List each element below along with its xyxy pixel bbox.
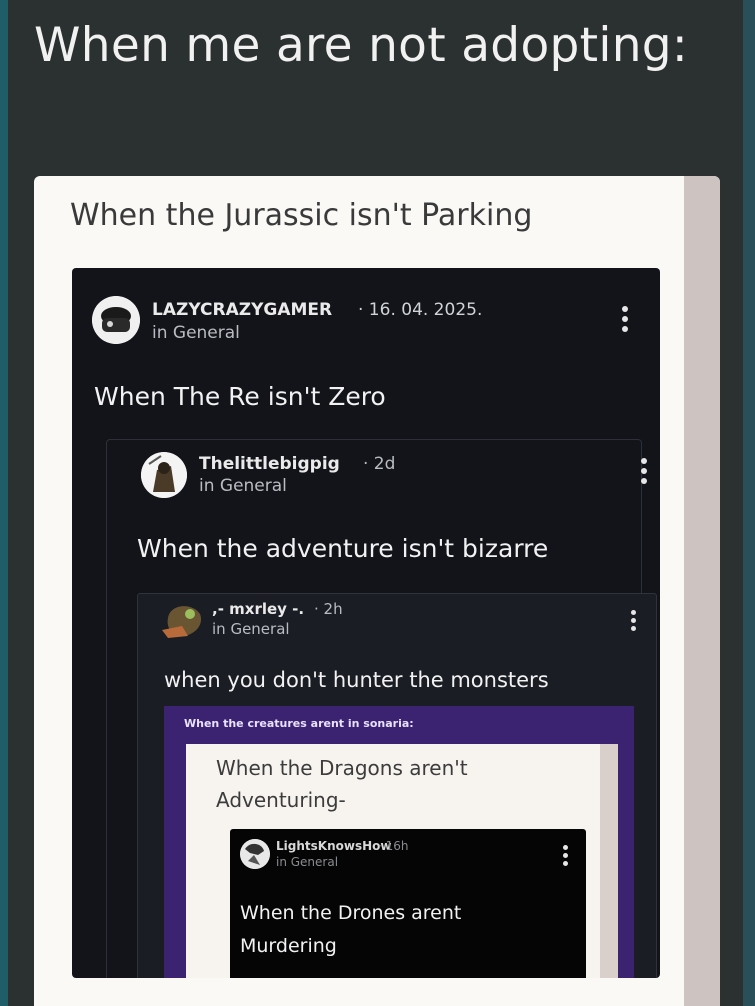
- embedded-post-2[interactable]: Thelittlebigpig · 2d in General When the…: [106, 439, 657, 978]
- post-body: When the adventure isn't bizarre: [137, 534, 549, 563]
- avatar[interactable]: [240, 839, 270, 869]
- post-category[interactable]: in General: [152, 323, 240, 343]
- kebab-menu-icon[interactable]: [639, 458, 649, 484]
- post-username[interactable]: LightsKnowsHow: [276, 839, 391, 853]
- post-username[interactable]: ,- mxrley -.: [212, 600, 304, 618]
- inner-card-strip: [600, 744, 618, 978]
- card-title: When the Jurassic isn't Parking: [70, 198, 533, 233]
- embedded-post-4[interactable]: LightsKnowsHow · 16h in General When the…: [230, 829, 586, 978]
- right-edge-strip: [743, 0, 755, 1006]
- card-side-strip: [684, 176, 720, 1006]
- avatar-image: [92, 296, 140, 344]
- embedded-post-1[interactable]: LAZYCRAZYGAMER · 16. 04. 2025. in Genera…: [72, 268, 660, 978]
- embedded-post-3[interactable]: ,- mxrley -. · 2h in General when you do…: [137, 593, 657, 978]
- kebab-menu-icon[interactable]: [620, 306, 630, 332]
- avatar-image: [141, 452, 187, 498]
- avatar[interactable]: [141, 452, 187, 498]
- avatar-image: [240, 839, 270, 869]
- post-category[interactable]: in General: [199, 476, 287, 496]
- post-date: · 2d: [363, 454, 396, 474]
- shared-post-card: When the Jurassic isn't Parking LAZYCRAZ…: [34, 176, 720, 1006]
- kebab-menu-icon[interactable]: [628, 610, 638, 631]
- headline: When me are not adopting:: [34, 18, 689, 73]
- post-username[interactable]: LAZYCRAZYGAMER: [152, 300, 332, 320]
- embed-caption: When the creatures arent in sonaria:: [184, 717, 414, 730]
- post-date: · 16. 04. 2025.: [358, 300, 483, 320]
- avatar[interactable]: [92, 296, 140, 344]
- post-username[interactable]: Thelittlebigpig: [199, 454, 340, 474]
- post-body: when you don't hunter the monsters: [164, 668, 549, 692]
- post-category[interactable]: in General: [276, 855, 338, 869]
- post-category[interactable]: in General: [212, 620, 290, 638]
- inner-card-title: When the Dragons aren't Adventuring-: [216, 756, 468, 812]
- kebab-menu-icon[interactable]: [560, 845, 570, 866]
- post-body: When the Drones arent Murdering: [240, 902, 462, 957]
- left-edge-strip: [0, 0, 8, 1006]
- post-body: When The Re isn't Zero: [94, 382, 386, 411]
- embedded-screenshot: When the creatures arent in sonaria: Whe…: [164, 706, 634, 978]
- post-date: · 2h: [314, 600, 343, 618]
- post-date: · 16h: [378, 839, 409, 853]
- avatar-image: [162, 606, 202, 638]
- avatar[interactable]: [162, 600, 206, 640]
- inner-card: When the Dragons aren't Adventuring- Lig…: [186, 744, 618, 978]
